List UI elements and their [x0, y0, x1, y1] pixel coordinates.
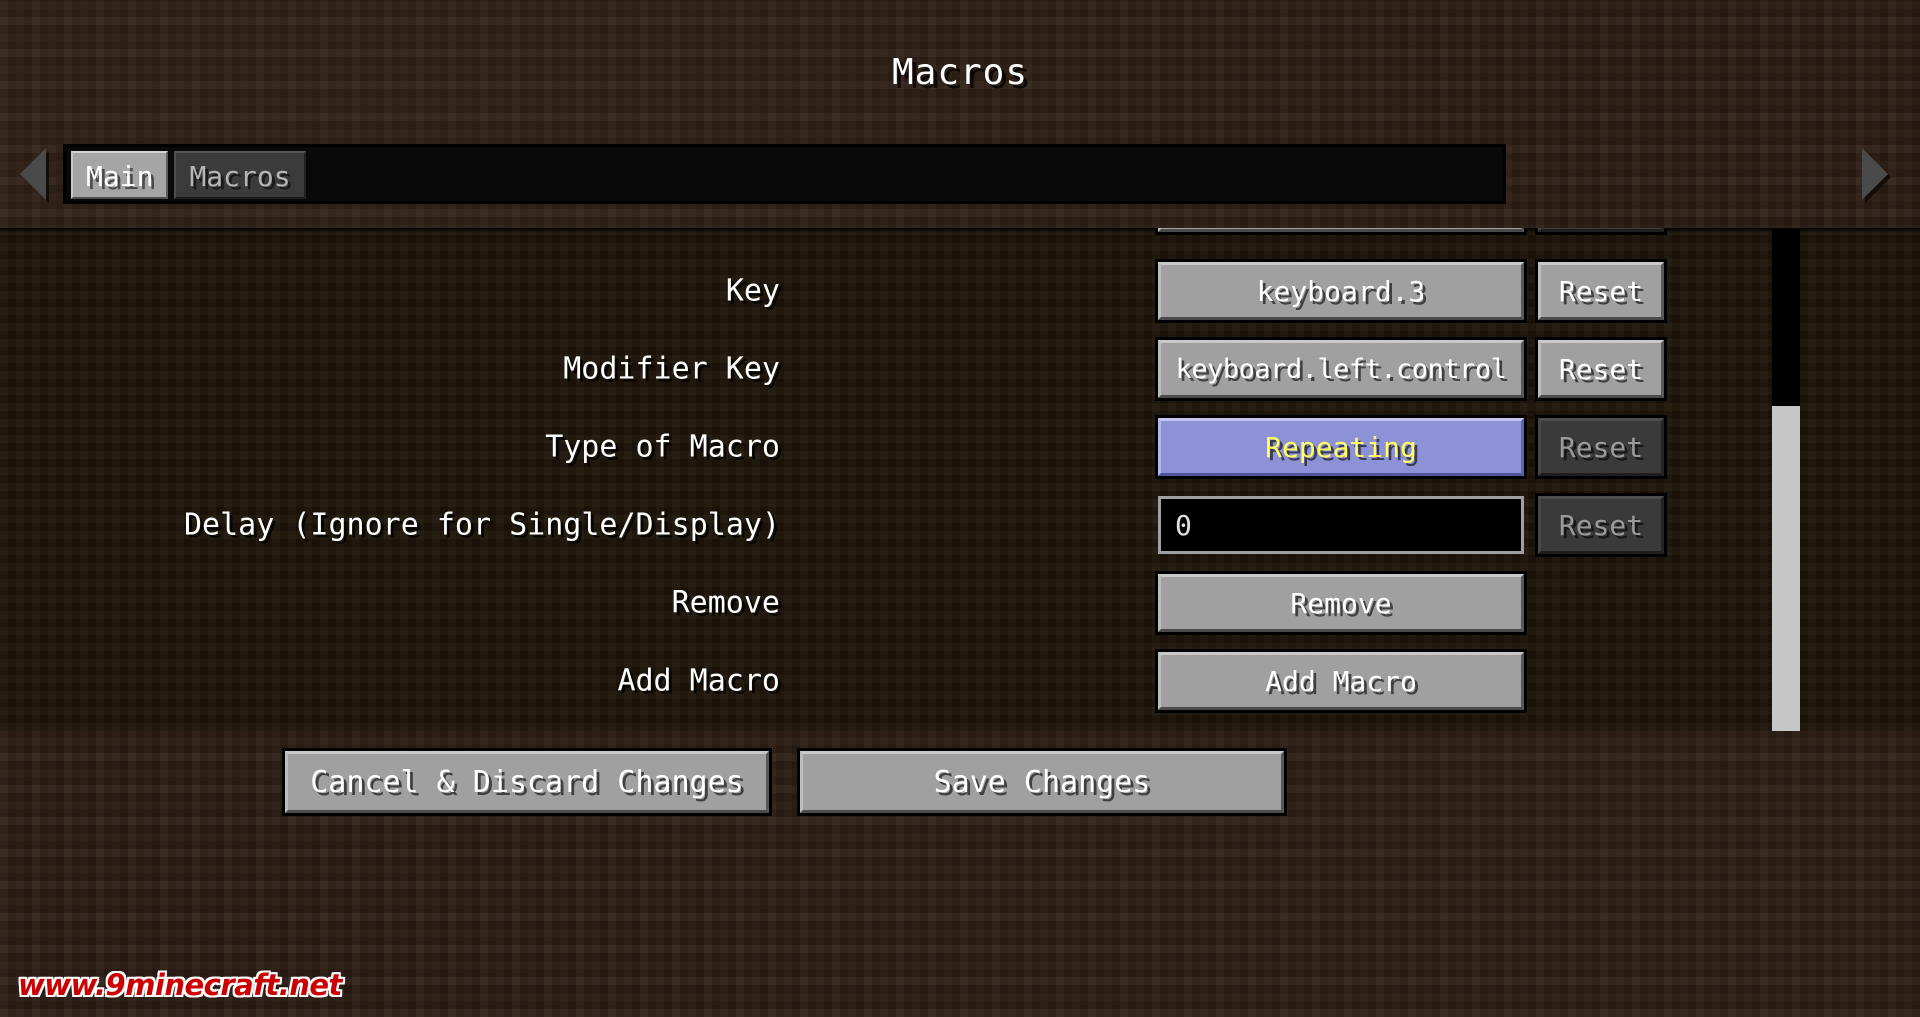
add-macro-button[interactable]: Add Macro	[1155, 649, 1527, 713]
tab-main[interactable]: Main	[71, 151, 169, 199]
row-label-delay: Delay (Ignore for Single/Display)	[183, 507, 780, 543]
row-label-key: Key	[725, 273, 780, 309]
settings-row-delay: Delay (Ignore for Single/Display) 0 Rese…	[0, 486, 1920, 564]
settings-row-type-of-macro: Type of Macro Repeating Reset	[0, 408, 1920, 486]
row-label-remove: Remove	[671, 585, 780, 621]
page-title: Macros	[891, 52, 1029, 93]
chevron-right-icon[interactable]	[1862, 148, 1888, 200]
settings-row-add-macro: Add Macro Add Macro	[0, 642, 1920, 720]
tab-macros[interactable]: Macros	[174, 151, 306, 199]
modifier-key-reset-button[interactable]: Reset	[1535, 337, 1667, 401]
partial-reset-button	[1535, 228, 1667, 235]
delay-reset-button: Reset	[1535, 493, 1667, 557]
settings-row-remove: Remove Remove	[0, 564, 1920, 642]
tab-bar: Main Macros	[63, 144, 1506, 204]
cancel-discard-changes-button[interactable]: Cancel & Discard Changes	[282, 748, 772, 816]
type-of-macro-reset-button: Reset	[1535, 415, 1667, 479]
tab-list: Main Macros	[71, 151, 306, 199]
row-label-modifier-key: Modifier Key	[563, 351, 780, 387]
settings-list: Key keyboard.3 Reset Modifier Key keyboa…	[0, 228, 1920, 731]
type-of-macro-value-button[interactable]: Repeating	[1155, 415, 1527, 479]
settings-row-modifier-key: Modifier Key keyboard.left.control Reset	[0, 330, 1920, 408]
save-changes-button[interactable]: Save Changes	[797, 748, 1287, 816]
minecraft-config-screen: Macros Main Macros Key keyboard.3 Reset …	[0, 0, 1920, 1017]
key-value-button[interactable]: keyboard.3	[1155, 259, 1527, 323]
settings-row-partial	[0, 228, 1920, 242]
row-label-add-macro: Add Macro	[617, 663, 780, 699]
delay-input[interactable]: 0	[1158, 496, 1524, 554]
site-watermark: www.9minecraft.net	[18, 968, 342, 1002]
row-label-type-of-macro: Type of Macro	[545, 429, 780, 465]
modifier-key-value-button[interactable]: keyboard.left.control	[1155, 337, 1527, 401]
chevron-left-icon[interactable]	[20, 148, 46, 200]
scrollbar-thumb[interactable]	[1772, 406, 1800, 731]
settings-row-key: Key keyboard.3 Reset	[0, 252, 1920, 330]
partial-value-button[interactable]	[1155, 228, 1527, 235]
remove-button[interactable]: Remove	[1155, 571, 1527, 635]
key-reset-button[interactable]: Reset	[1535, 259, 1667, 323]
